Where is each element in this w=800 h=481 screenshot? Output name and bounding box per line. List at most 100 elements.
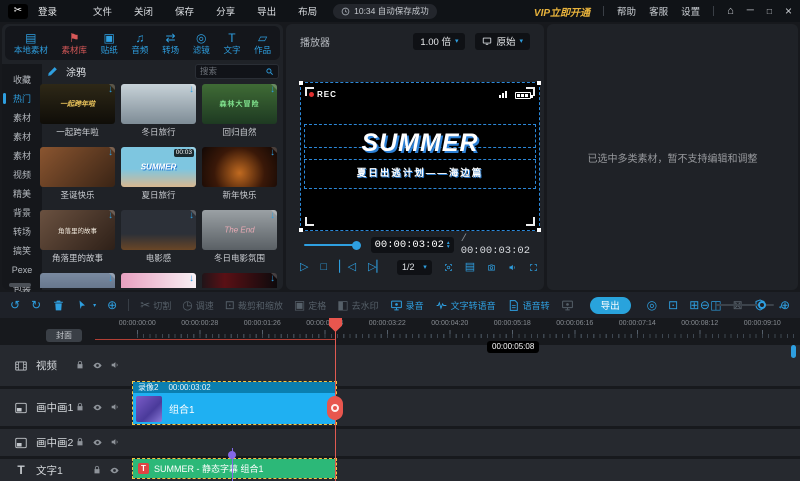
thumbnail-image[interactable]: SUMMER00:03 (121, 147, 196, 187)
category-item[interactable]: 背景 (2, 203, 42, 222)
seek-knob[interactable] (352, 241, 361, 250)
smart-beat-icon[interactable]: ◎ (647, 298, 657, 312)
tool-speed[interactable]: ◷ 调速 (182, 299, 214, 312)
titlebar-menu-item[interactable]: 帮助 (617, 4, 636, 18)
zoom-out-icon[interactable]: ⊖ (700, 298, 710, 312)
track-pip2[interactable]: 画中画2 (0, 429, 800, 456)
redo-button[interactable]: ↻ (31, 299, 41, 312)
timeline-ruler[interactable]: 00:00:00:00 00:00:00:28 00:00:01:26 00:0… (0, 318, 800, 342)
speech-to-text-button[interactable]: 语音转 (507, 299, 550, 312)
selection-handle[interactable] (537, 228, 541, 232)
thumbnail-card[interactable]: ↓ 冬日旅行 (121, 84, 196, 139)
clip-body[interactable]: 组合1 (133, 393, 336, 424)
undo-button[interactable]: ↺ (10, 299, 20, 312)
category-item[interactable]: 转场 (2, 222, 42, 241)
eye-icon[interactable] (92, 437, 103, 448)
tool-crop-zoom[interactable]: ⊡ 裁剪和缩放 (225, 299, 283, 312)
step-dropdown[interactable]: 1/2 ▾ (397, 260, 432, 275)
overlay-title[interactable]: SUMMER (301, 129, 539, 158)
zoom-slider[interactable] (716, 304, 774, 306)
category-item[interactable]: 素材 (2, 146, 42, 165)
video-preview[interactable]: REC SUMMER 夏日出逃计划——海边篇 (300, 82, 540, 231)
thumbnail-card[interactable]: 角落里的故事↓ 角落里的故事 (40, 210, 115, 265)
tab-works[interactable]: ▱ 作品 (254, 32, 271, 55)
tab-material-library[interactable]: ⚑ 素材库 (62, 32, 88, 55)
thumbnail-card[interactable]: ↓ (202, 273, 277, 288)
tab-transitions[interactable]: ⇄ 转场 (162, 32, 179, 55)
menu-item[interactable]: 关闭 (134, 4, 153, 18)
record-audio-button[interactable]: 录音 (390, 299, 424, 312)
menu-item[interactable]: 导出 (257, 4, 276, 18)
zoom-in-icon[interactable]: ⊕ (780, 298, 790, 312)
snapshot-camera-icon[interactable] (487, 261, 496, 274)
category-item[interactable]: 搞笑 (2, 241, 42, 260)
prev-frame-button[interactable]: ▏◁ (339, 261, 356, 273)
track-pip1[interactable]: 画中画1 (0, 389, 800, 426)
playback-speed-dropdown[interactable]: 1.00 倍 ▾ (413, 33, 465, 50)
thumbnail-image[interactable]: ↓ (121, 84, 196, 124)
thumbnail-card[interactable]: ↓ (40, 273, 115, 288)
locate-playhead-button[interactable]: ⊕ (107, 299, 117, 312)
thumbnail-card[interactable]: 森林大冒险↓ 回归自然 (202, 84, 277, 139)
text-to-speech-button[interactable]: 文字转语音 (435, 299, 496, 312)
selection-handle[interactable] (299, 81, 303, 85)
seek-slider[interactable] (304, 244, 357, 246)
login-button[interactable]: 登录 (38, 4, 57, 18)
thumbnail-card[interactable]: SUMMER00:03 夏日旅行 (121, 147, 196, 202)
lock-icon[interactable] (75, 437, 85, 447)
search-input[interactable] (200, 66, 265, 76)
close-button[interactable]: × (785, 6, 792, 16)
thumbnail-card[interactable]: 一起跨年啦↓ 一起跨年啦 (40, 84, 115, 139)
category-item[interactable]: 精美 (2, 184, 42, 203)
thumbnail-card[interactable]: The End↓ 冬日电影氛围 (202, 210, 277, 265)
stop-button[interactable]: □ (320, 261, 327, 273)
thumbnail-image[interactable]: 一起跨年啦↓ (40, 84, 115, 124)
thumbnail-image[interactable]: ↓ (121, 273, 196, 288)
vip-upgrade-button[interactable]: VIP立即开通 (534, 4, 590, 19)
maximize-button[interactable]: □ (767, 6, 772, 16)
category-item[interactable]: 热门 (2, 89, 42, 108)
next-frame-button[interactable]: ▷▏ (368, 261, 385, 273)
layout-grid-icon[interactable]: ⊞ (689, 298, 699, 312)
category-item[interactable]: 素材 (2, 108, 42, 127)
thumbnail-image[interactable]: 角落里的故事↓ (40, 210, 115, 250)
tab-stickers[interactable]: ▣ 贴纸 (101, 32, 118, 55)
minimize-button[interactable]: ─ (747, 6, 754, 16)
tab-audio[interactable]: ♫ 音频 (131, 32, 148, 55)
tab-text[interactable]: T 文字 (223, 32, 240, 55)
eye-icon[interactable] (92, 402, 103, 413)
video-clip[interactable]: 录像2 00:00:03:02 组合1 (133, 382, 336, 424)
menu-item[interactable]: 文件 (93, 4, 112, 18)
tool-cut[interactable]: ✂ 切割 (140, 299, 171, 312)
track-text1[interactable]: T 文字1 (0, 459, 800, 481)
dubbing-disabled-icon[interactable] (561, 299, 574, 312)
eye-icon[interactable] (92, 360, 103, 371)
thumbnail-image[interactable]: ↓ (40, 147, 115, 187)
tool-freeze[interactable]: ▣ 定格 (294, 299, 326, 312)
subtitle-list-icon[interactable]: ▤ (465, 261, 475, 273)
home-button[interactable]: ⌂ (727, 6, 734, 16)
titlebar-menu-item[interactable]: 设置 (681, 4, 700, 18)
chevron-down-icon[interactable]: ▾ (93, 302, 96, 309)
speaker-icon[interactable] (110, 437, 120, 447)
menu-item[interactable]: 布局 (298, 4, 317, 18)
tab-filters[interactable]: ◎ 滤镜 (193, 32, 210, 55)
selection-handle[interactable] (537, 81, 541, 85)
keyframe-marker[interactable] (228, 451, 236, 459)
selection-handle[interactable] (299, 228, 303, 232)
time-spinner[interactable]: ▴▾ (447, 241, 450, 250)
thumbnail-card[interactable]: ↓ (121, 273, 196, 288)
thumbnail-card[interactable]: ↓ 圣诞快乐 (40, 147, 115, 202)
category-item[interactable]: 收藏 (2, 70, 42, 89)
category-item[interactable]: Pexe (2, 260, 42, 279)
track-video[interactable]: 视频 (0, 345, 800, 386)
speaker-icon[interactable] (110, 360, 120, 370)
timeline-scrollbar-thumb[interactable] (791, 345, 796, 358)
category-item[interactable]: 素材 (2, 127, 42, 146)
thumbnail-image[interactable]: 森林大冒险↓ (202, 84, 277, 124)
titlebar-menu-item[interactable]: 客服 (649, 4, 668, 18)
menu-item[interactable]: 保存 (175, 4, 194, 18)
search-icon[interactable] (265, 67, 274, 76)
face-track-icon[interactable] (444, 261, 453, 274)
thumbnail-image[interactable]: ↓ (202, 273, 277, 288)
